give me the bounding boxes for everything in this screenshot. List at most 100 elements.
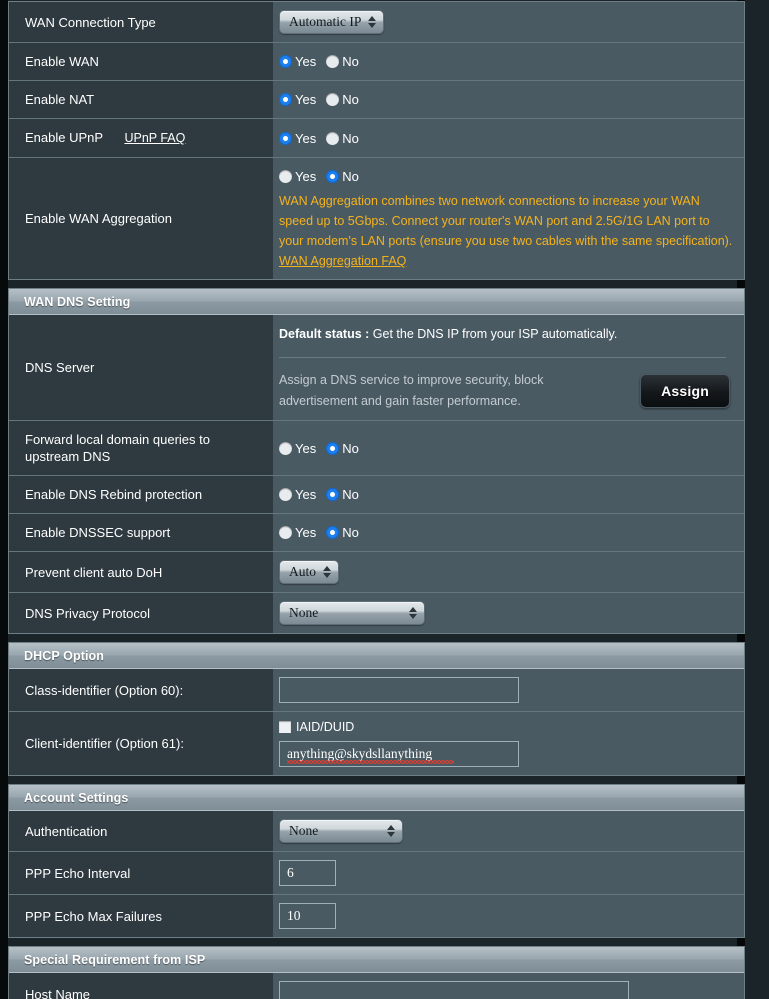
ppp-echo-interval-input[interactable] [279, 860, 336, 886]
page-right-gutter [745, 0, 769, 999]
client-identifier-input[interactable] [279, 741, 519, 767]
section-header-isp-label: Special Requirement from ISP [9, 947, 744, 973]
iaid-duid-label: IAID/DUID [296, 720, 354, 734]
isp-requirement-panel: Special Requirement from ISP Host Name M… [8, 946, 745, 999]
page-left-gutter [0, 0, 8, 999]
select-authentication[interactable]: None [279, 819, 403, 843]
label-dnssec-support: Enable DNSSEC support [9, 513, 273, 551]
radio-dnssec-yes[interactable]: Yes [279, 525, 316, 540]
radio-enable-upnp-yes-label: Yes [295, 131, 316, 146]
label-enable-wan: Enable WAN [9, 42, 273, 80]
account-settings-panel: Account Settings Authentication None PPP… [8, 784, 745, 938]
select-dns-privacy-protocol[interactable]: None [279, 601, 425, 625]
wan-aggregation-faq-link[interactable]: WAN Aggregation FAQ [279, 254, 406, 268]
value-class-identifier [273, 669, 744, 711]
radio-enable-upnp-yes[interactable]: Yes [279, 131, 316, 146]
row-authentication: Authentication None [9, 811, 744, 851]
select-wan-connection-type-value: Automatic IP [289, 11, 361, 33]
radio-on-icon [279, 132, 292, 145]
row-client-identifier: Client-identifier (Option 61): IAID/DUID [9, 711, 744, 775]
radio-forward-local-domain-yes-label: Yes [295, 441, 316, 456]
value-dns-privacy-protocol: None [273, 592, 744, 633]
row-enable-wan: Enable WAN Yes No [9, 42, 744, 80]
radio-enable-upnp-no[interactable]: No [326, 131, 359, 146]
radio-enable-wan-no[interactable]: No [326, 54, 359, 69]
radio-off-icon [279, 488, 292, 501]
label-enable-upnp-text: Enable UPnP [25, 130, 103, 145]
section-header-dhcp-option: DHCP Option [9, 643, 744, 669]
chevron-updown-icon [409, 606, 417, 620]
row-class-identifier: Class-identifier (Option 60): [9, 669, 744, 711]
value-prevent-client-auto-doh: Auto [273, 551, 744, 592]
radio-wan-aggregation-yes[interactable]: Yes [279, 169, 316, 184]
value-forward-local-domain: Yes No [273, 420, 744, 475]
label-dns-rebind-protection: Enable DNS Rebind protection [9, 475, 273, 513]
wan-basic-panel: WAN Connection Type Automatic IP Enable … [8, 1, 745, 280]
label-enable-nat: Enable NAT [9, 80, 273, 118]
radio-enable-wan-no-label: No [342, 54, 359, 69]
section-header-dhcp-option-label: DHCP Option [9, 643, 744, 669]
row-dnssec-support: Enable DNSSEC support Yes No [9, 513, 744, 551]
dns-divider [279, 357, 726, 358]
row-ppp-echo-max-failures: PPP Echo Max Failures [9, 894, 744, 937]
class-identifier-input[interactable] [279, 677, 519, 703]
upnp-faq-link[interactable]: UPnP FAQ [124, 131, 185, 145]
dns-default-status-value: Get the DNS IP from your ISP automatical… [373, 327, 618, 341]
assign-button[interactable]: Assign [640, 374, 730, 408]
radio-group-enable-nat: Yes No [279, 90, 734, 110]
radio-off-icon [279, 442, 292, 455]
label-authentication: Authentication [9, 811, 273, 851]
radio-on-icon [279, 55, 292, 68]
value-dns-rebind-protection: Yes No [273, 475, 744, 513]
section-header-account-settings-label: Account Settings [9, 785, 744, 811]
value-dnssec-support: Yes No [273, 513, 744, 551]
wan-dns-panel: WAN DNS Setting DNS Server Default statu… [8, 288, 745, 634]
radio-off-icon [279, 526, 292, 539]
radio-dnssec-yes-label: Yes [295, 525, 316, 540]
client-identifier-input-wrap [279, 741, 519, 767]
dns-assign-description: Assign a DNS service to improve security… [279, 370, 543, 412]
radio-off-icon [326, 55, 339, 68]
select-prevent-client-auto-doh-value: Auto [289, 561, 316, 583]
label-ppp-echo-interval: PPP Echo Interval [9, 851, 273, 894]
radio-off-icon [326, 93, 339, 106]
dns-assign-block: Assign a DNS service to improve security… [279, 370, 734, 412]
iaid-duid-checkbox-row[interactable]: IAID/DUID [279, 720, 734, 734]
value-ppp-echo-max-failures [273, 894, 744, 937]
dns-assign-description-line1: Assign a DNS service to improve security… [279, 370, 543, 391]
radio-enable-nat-yes[interactable]: Yes [279, 92, 316, 107]
ppp-echo-max-failures-input[interactable] [279, 903, 336, 929]
wan-aggregation-note: WAN Aggregation combines two network con… [279, 191, 734, 271]
radio-on-icon [326, 170, 339, 183]
row-host-name: Host Name [9, 973, 744, 999]
row-wan-connection-type: WAN Connection Type Automatic IP [9, 2, 744, 42]
radio-off-icon [326, 132, 339, 145]
wan-aggregation-note-text: WAN Aggregation combines two network con… [279, 194, 732, 248]
value-enable-wan-aggregation: Yes No WAN Aggregation combines two netw… [273, 157, 744, 279]
radio-enable-wan-yes[interactable]: Yes [279, 54, 316, 69]
dns-default-status: Default status : Get the DNS IP from you… [279, 323, 734, 343]
radio-wan-aggregation-no[interactable]: No [326, 169, 359, 184]
label-dns-server: DNS Server [9, 315, 273, 420]
select-dns-privacy-protocol-value: None [289, 602, 318, 624]
value-dns-server: Default status : Get the DNS IP from you… [273, 315, 744, 420]
label-client-identifier: Client-identifier (Option 61): [9, 711, 273, 775]
label-prevent-client-auto-doh: Prevent client auto DoH [9, 551, 273, 592]
dns-default-status-label: Default status : [279, 327, 369, 341]
radio-dns-rebind-no[interactable]: No [326, 487, 359, 502]
select-wan-connection-type[interactable]: Automatic IP [279, 10, 384, 34]
value-enable-nat: Yes No [273, 80, 744, 118]
radio-wan-aggregation-yes-label: Yes [295, 169, 316, 184]
host-name-input[interactable] [279, 981, 629, 999]
label-wan-connection-type: WAN Connection Type [9, 2, 273, 42]
select-prevent-client-auto-doh[interactable]: Auto [279, 560, 339, 584]
radio-forward-local-domain-yes[interactable]: Yes [279, 441, 316, 456]
label-class-identifier: Class-identifier (Option 60): [9, 669, 273, 711]
dns-assign-description-line2: advertisement and gain faster performanc… [279, 391, 543, 412]
radio-enable-nat-no[interactable]: No [326, 92, 359, 107]
radio-forward-local-domain-no[interactable]: No [326, 441, 359, 456]
radio-enable-nat-yes-label: Yes [295, 92, 316, 107]
radio-dns-rebind-yes[interactable]: Yes [279, 487, 316, 502]
radio-enable-wan-yes-label: Yes [295, 54, 316, 69]
radio-dnssec-no[interactable]: No [326, 525, 359, 540]
